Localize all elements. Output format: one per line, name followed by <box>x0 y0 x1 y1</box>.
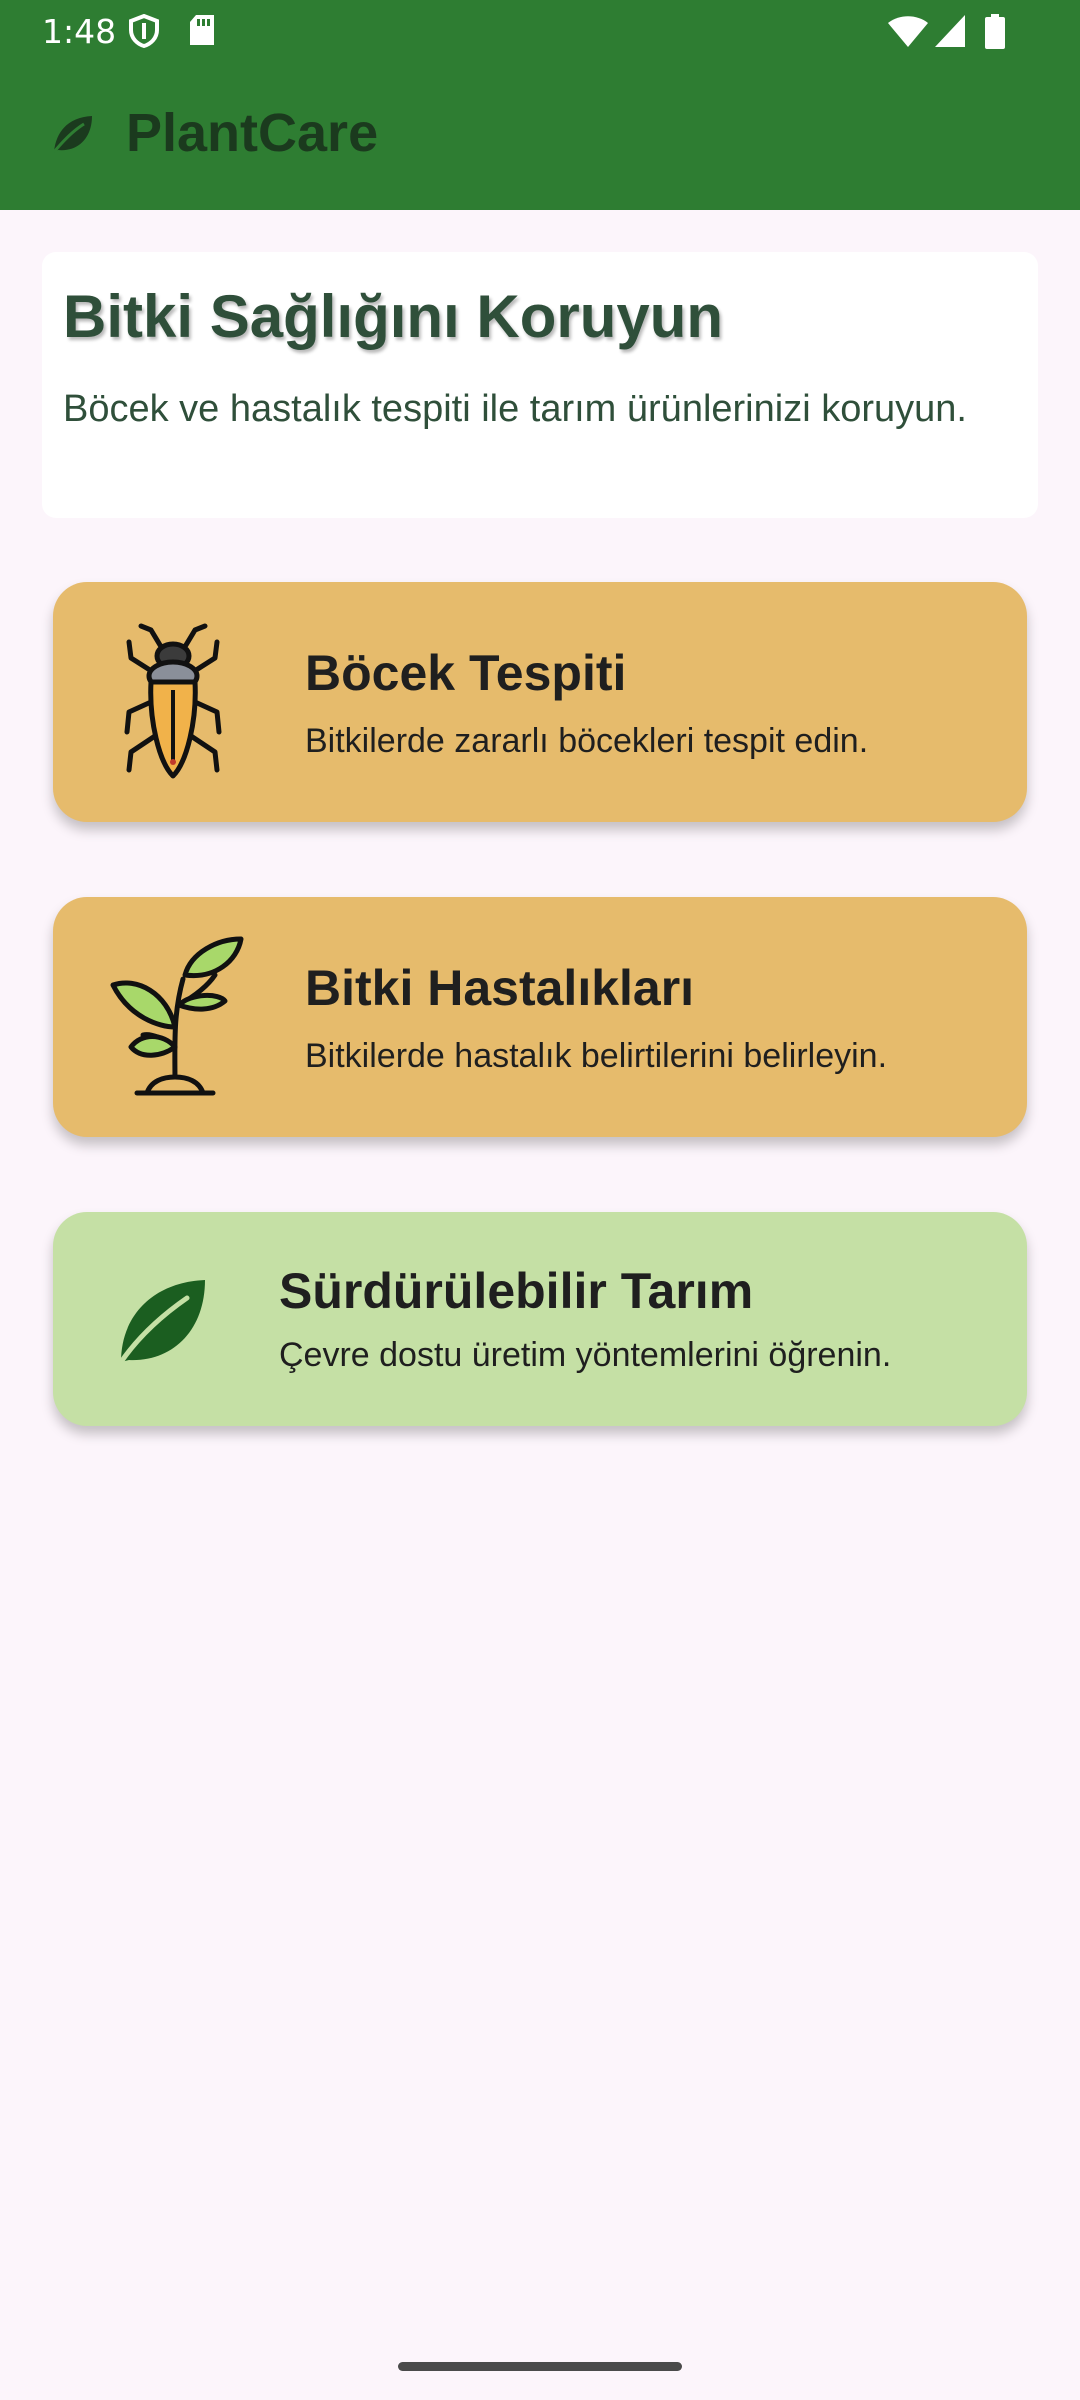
feature-title: Böcek Tespiti <box>305 645 627 701</box>
signal-icon <box>934 14 966 53</box>
shield-icon <box>128 13 160 53</box>
feature-title: Sürdürülebilir Tarım <box>279 1263 754 1319</box>
app-title: PlantCare <box>126 103 379 163</box>
feature-description: Bitkilerde zararlı böcekleri tespit edin… <box>305 722 869 760</box>
app-bar: PlantCare <box>0 62 1080 210</box>
leaf-icon <box>50 112 94 161</box>
leaf-icon <box>115 1274 207 1371</box>
battery-icon <box>984 14 1006 55</box>
feature-card-bocek-tespiti[interactable]: Böcek Tespiti Bitkilerde zararlı böcekle… <box>53 582 1027 822</box>
insect-icon <box>113 620 233 789</box>
feature-card-bitki-hastaliklari[interactable]: Bitki Hastalıkları Bitkilerde hastalık b… <box>53 897 1027 1137</box>
intro-title: Bitki Sağlığını Koruyun <box>63 283 724 350</box>
intro-description: Böcek ve hastalık tespiti ile tarım ürün… <box>63 388 967 430</box>
intro-card: Bitki Sağlığını Koruyun Böcek ve hastalı… <box>42 252 1038 518</box>
sprout-icon <box>107 935 245 1104</box>
feature-title: Bitki Hastalıkları <box>305 960 695 1016</box>
feature-description: Çevre dostu üretim yöntemlerini öğrenin. <box>279 1336 892 1374</box>
status-bar: 1:48 <box>0 0 1080 62</box>
home-indicator[interactable] <box>398 2362 682 2371</box>
wifi-icon <box>887 14 929 53</box>
sd-card-icon <box>188 14 216 53</box>
feature-description: Bitkilerde hastalık belirtilerini belirl… <box>305 1037 888 1075</box>
status-time: 1:48 <box>42 12 117 51</box>
feature-card-surdurulebilir-tarim[interactable]: Sürdürülebilir Tarım Çevre dostu üretim … <box>53 1212 1027 1426</box>
